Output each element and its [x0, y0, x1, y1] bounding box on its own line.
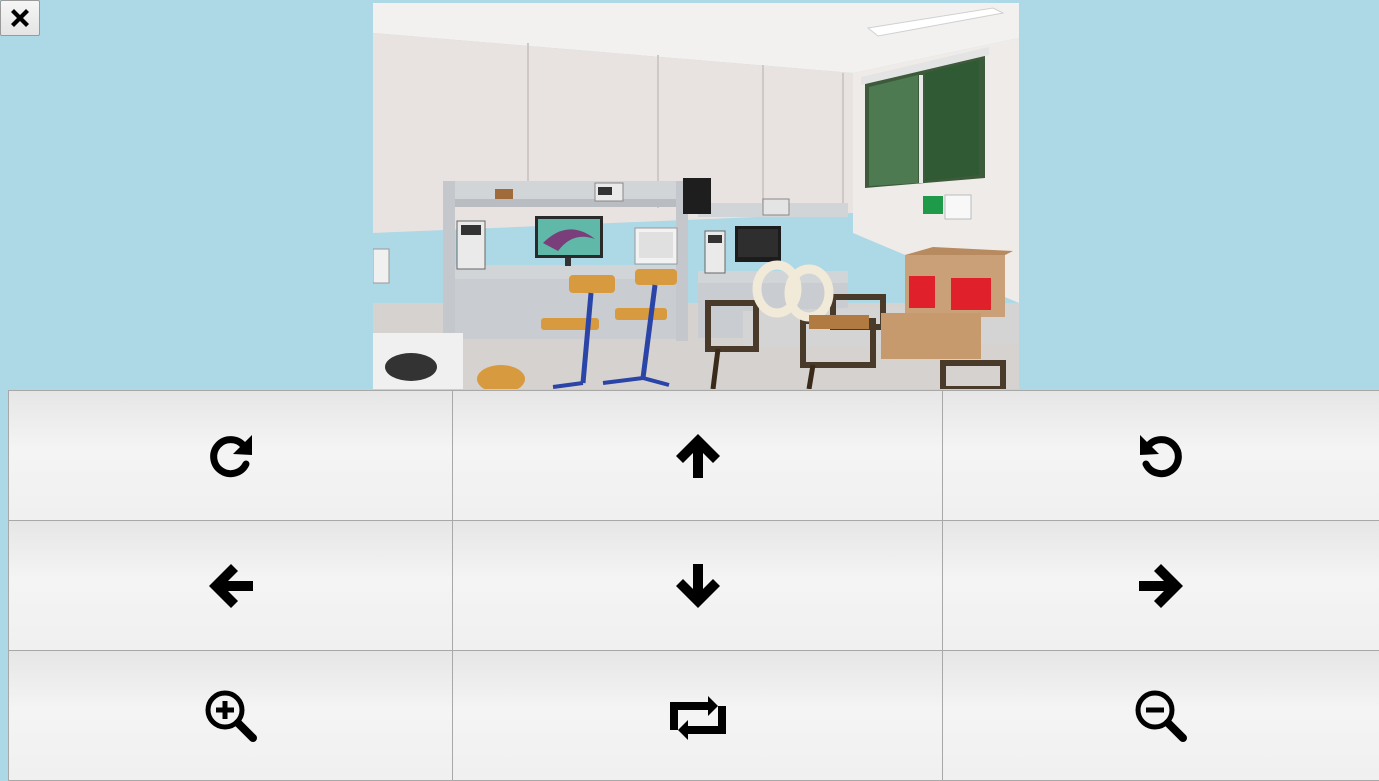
zoom-out-button[interactable] — [942, 650, 1379, 781]
arrow-left-icon — [208, 563, 253, 608]
reset-button[interactable] — [452, 650, 943, 781]
rotate-counterclockwise-button[interactable] — [942, 390, 1379, 521]
arrow-down-icon — [675, 563, 720, 608]
rotate-clockwise-icon — [209, 434, 252, 477]
photo-illustration — [373, 3, 1019, 389]
close-button[interactable] — [0, 0, 40, 36]
arrow-right-icon — [1139, 563, 1183, 608]
move-up-button[interactable] — [452, 390, 943, 521]
zoom-out-icon — [1135, 690, 1187, 742]
close-icon — [11, 9, 29, 27]
move-left-button[interactable] — [8, 520, 453, 651]
move-down-button[interactable] — [452, 520, 943, 651]
zoom-in-button[interactable] — [8, 650, 453, 781]
rotate-counterclockwise-icon — [1140, 434, 1182, 477]
classroom-lab-photo — [373, 3, 1019, 389]
move-right-button[interactable] — [942, 520, 1379, 651]
retweet-icon — [669, 695, 726, 740]
control-pad — [8, 390, 1379, 781]
arrow-up-icon — [675, 433, 720, 478]
zoom-in-icon — [205, 690, 257, 742]
rotate-clockwise-button[interactable] — [8, 390, 453, 521]
